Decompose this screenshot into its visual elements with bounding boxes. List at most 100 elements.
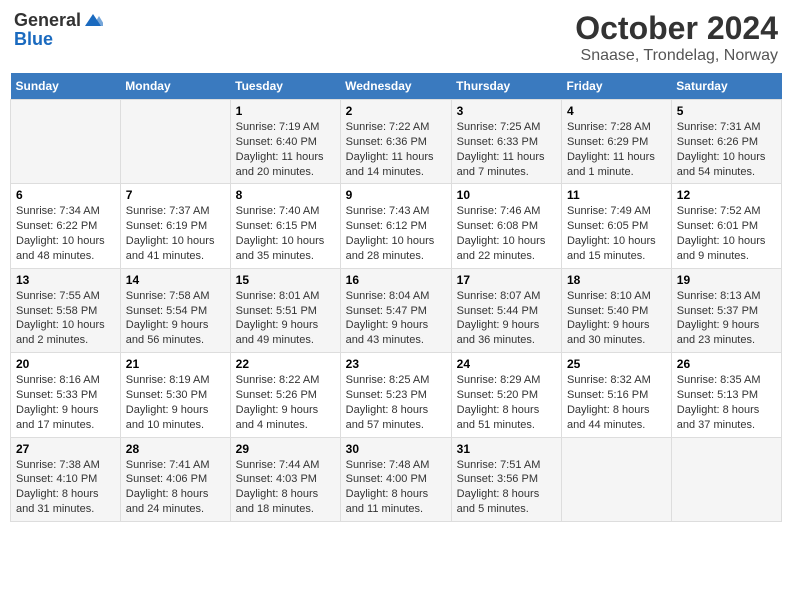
day-header-sunday: Sunday — [11, 73, 121, 100]
day-info: Sunrise: 7:51 AMSunset: 3:56 PMDaylight:… — [457, 458, 556, 517]
day-info: Sunrise: 7:52 AMSunset: 6:01 PMDaylight:… — [677, 204, 776, 263]
calendar-week-row: 20 Sunrise: 8:16 AMSunset: 5:33 PMDayligh… — [11, 353, 782, 437]
calendar-cell: 18 Sunrise: 8:10 AMSunset: 5:40 PMDayligh… — [561, 268, 671, 352]
day-header-tuesday: Tuesday — [230, 73, 340, 100]
day-info: Sunrise: 7:22 AMSunset: 6:36 PMDaylight:… — [346, 120, 446, 179]
day-info: Sunrise: 8:32 AMSunset: 5:16 PMDaylight:… — [567, 373, 666, 432]
calendar-cell: 24 Sunrise: 8:29 AMSunset: 5:20 PMDayligh… — [451, 353, 561, 437]
title-block: October 2024 Snaase, Trondelag, Norway — [575, 10, 778, 65]
day-info: Sunrise: 8:25 AMSunset: 5:23 PMDaylight:… — [346, 373, 446, 432]
day-info: Sunrise: 7:44 AMSunset: 4:03 PMDaylight:… — [236, 458, 335, 517]
day-info: Sunrise: 8:04 AMSunset: 5:47 PMDaylight:… — [346, 289, 446, 348]
calendar-table: SundayMondayTuesdayWednesdayThursdayFrid… — [10, 73, 782, 522]
day-info: Sunrise: 8:13 AMSunset: 5:37 PMDaylight:… — [677, 289, 776, 348]
day-number: 24 — [457, 357, 556, 371]
day-header-thursday: Thursday — [451, 73, 561, 100]
day-info: Sunrise: 7:46 AMSunset: 6:08 PMDaylight:… — [457, 204, 556, 263]
day-number: 6 — [16, 188, 115, 202]
calendar-cell: 21 Sunrise: 8:19 AMSunset: 5:30 PMDayligh… — [120, 353, 230, 437]
day-info: Sunrise: 8:22 AMSunset: 5:26 PMDaylight:… — [236, 373, 335, 432]
calendar-cell — [561, 437, 671, 521]
day-header-friday: Friday — [561, 73, 671, 100]
calendar-cell: 5 Sunrise: 7:31 AMSunset: 6:26 PMDaylight… — [671, 100, 781, 184]
day-number: 7 — [126, 188, 225, 202]
calendar-cell — [671, 437, 781, 521]
calendar-cell: 27 Sunrise: 7:38 AMSunset: 4:10 PMDayligh… — [11, 437, 121, 521]
day-number: 25 — [567, 357, 666, 371]
calendar-cell: 1 Sunrise: 7:19 AMSunset: 6:40 PMDaylight… — [230, 100, 340, 184]
calendar-cell: 25 Sunrise: 8:32 AMSunset: 5:16 PMDayligh… — [561, 353, 671, 437]
calendar-header-row: SundayMondayTuesdayWednesdayThursdayFrid… — [11, 73, 782, 100]
day-number: 15 — [236, 273, 335, 287]
calendar-cell: 28 Sunrise: 7:41 AMSunset: 4:06 PMDayligh… — [120, 437, 230, 521]
day-number: 28 — [126, 442, 225, 456]
day-number: 31 — [457, 442, 556, 456]
calendar-cell: 9 Sunrise: 7:43 AMSunset: 6:12 PMDaylight… — [340, 184, 451, 268]
calendar-cell: 14Sunrise: 7:58 AMSunset: 5:54 PMDayligh… — [120, 268, 230, 352]
day-info: Sunrise: 8:07 AMSunset: 5:44 PMDaylight:… — [457, 289, 556, 348]
day-number: 30 — [346, 442, 446, 456]
day-info: Sunrise: 8:10 AMSunset: 5:40 PMDaylight:… — [567, 289, 666, 348]
calendar-cell: 19 Sunrise: 8:13 AMSunset: 5:37 PMDayligh… — [671, 268, 781, 352]
day-number: 13 — [16, 273, 115, 287]
page-title: October 2024 — [575, 10, 778, 47]
day-number: 10 — [457, 188, 556, 202]
calendar-cell: 8 Sunrise: 7:40 AMSunset: 6:15 PMDaylight… — [230, 184, 340, 268]
day-number: 5 — [677, 104, 776, 118]
day-info: Sunrise: 7:49 AMSunset: 6:05 PMDaylight:… — [567, 204, 666, 263]
day-header-saturday: Saturday — [671, 73, 781, 100]
calendar-cell: 20 Sunrise: 8:16 AMSunset: 5:33 PMDayligh… — [11, 353, 121, 437]
logo-icon — [83, 10, 103, 30]
day-header-wednesday: Wednesday — [340, 73, 451, 100]
calendar-cell: 16 Sunrise: 8:04 AMSunset: 5:47 PMDayligh… — [340, 268, 451, 352]
calendar-cell: 17 Sunrise: 8:07 AMSunset: 5:44 PMDayligh… — [451, 268, 561, 352]
day-info: Sunrise: 7:19 AMSunset: 6:40 PMDaylight:… — [236, 120, 335, 179]
day-info: Sunrise: 7:43 AMSunset: 6:12 PMDaylight:… — [346, 204, 446, 263]
day-number: 23 — [346, 357, 446, 371]
calendar-cell: 30 Sunrise: 7:48 AMSunset: 4:00 PMDayligh… — [340, 437, 451, 521]
calendar-cell: 13 Sunrise: 7:55 AMSunset: 5:58 PMDayligh… — [11, 268, 121, 352]
day-number: 26 — [677, 357, 776, 371]
day-info: Sunrise: 8:19 AMSunset: 5:30 PMDaylight:… — [126, 373, 225, 432]
calendar-cell: 23 Sunrise: 8:25 AMSunset: 5:23 PMDayligh… — [340, 353, 451, 437]
calendar-cell: 15 Sunrise: 8:01 AMSunset: 5:51 PMDayligh… — [230, 268, 340, 352]
day-info: Sunrise: 7:25 AMSunset: 6:33 PMDaylight:… — [457, 120, 556, 179]
day-info: Sunrise: 7:41 AMSunset: 4:06 PMDaylight:… — [126, 458, 225, 517]
day-info: Sunrise: 7:58 AMSunset: 5:54 PMDaylight:… — [126, 289, 225, 348]
calendar-week-row: 13 Sunrise: 7:55 AMSunset: 5:58 PMDayligh… — [11, 268, 782, 352]
day-number: 4 — [567, 104, 666, 118]
calendar-cell: 26Sunrise: 8:35 AMSunset: 5:13 PMDayligh… — [671, 353, 781, 437]
day-info: Sunrise: 8:29 AMSunset: 5:20 PMDaylight:… — [457, 373, 556, 432]
day-number: 8 — [236, 188, 335, 202]
day-info: Sunrise: 7:38 AMSunset: 4:10 PMDaylight:… — [16, 458, 115, 517]
day-info: Sunrise: 8:16 AMSunset: 5:33 PMDaylight:… — [16, 373, 115, 432]
calendar-cell: 6Sunrise: 7:34 AMSunset: 6:22 PMDaylight… — [11, 184, 121, 268]
day-info: Sunrise: 7:37 AMSunset: 6:19 PMDaylight:… — [126, 204, 225, 263]
day-number: 20 — [16, 357, 115, 371]
day-number: 17 — [457, 273, 556, 287]
day-number: 18 — [567, 273, 666, 287]
day-info: Sunrise: 7:40 AMSunset: 6:15 PMDaylight:… — [236, 204, 335, 263]
day-number: 11 — [567, 188, 666, 202]
page-header: General Blue October 2024 Snaase, Tronde… — [10, 10, 782, 65]
calendar-cell: 7 Sunrise: 7:37 AMSunset: 6:19 PMDaylight… — [120, 184, 230, 268]
day-number: 9 — [346, 188, 446, 202]
calendar-cell — [120, 100, 230, 184]
day-info: Sunrise: 8:01 AMSunset: 5:51 PMDaylight:… — [236, 289, 335, 348]
page-subtitle: Snaase, Trondelag, Norway — [575, 47, 778, 65]
day-info: Sunrise: 7:48 AMSunset: 4:00 PMDaylight:… — [346, 458, 446, 517]
day-number: 21 — [126, 357, 225, 371]
day-number: 1 — [236, 104, 335, 118]
day-number: 19 — [677, 273, 776, 287]
day-number: 12 — [677, 188, 776, 202]
day-number: 27 — [16, 442, 115, 456]
calendar-cell: 29Sunrise: 7:44 AMSunset: 4:03 PMDayligh… — [230, 437, 340, 521]
day-number: 3 — [457, 104, 556, 118]
calendar-cell: 22Sunrise: 8:22 AMSunset: 5:26 PMDayligh… — [230, 353, 340, 437]
day-header-monday: Monday — [120, 73, 230, 100]
day-number: 16 — [346, 273, 446, 287]
day-info: Sunrise: 7:31 AMSunset: 6:26 PMDaylight:… — [677, 120, 776, 179]
calendar-cell: 10 Sunrise: 7:46 AMSunset: 6:08 PMDayligh… — [451, 184, 561, 268]
calendar-cell: 3 Sunrise: 7:25 AMSunset: 6:33 PMDaylight… — [451, 100, 561, 184]
day-info: Sunrise: 7:55 AMSunset: 5:58 PMDaylight:… — [16, 289, 115, 348]
